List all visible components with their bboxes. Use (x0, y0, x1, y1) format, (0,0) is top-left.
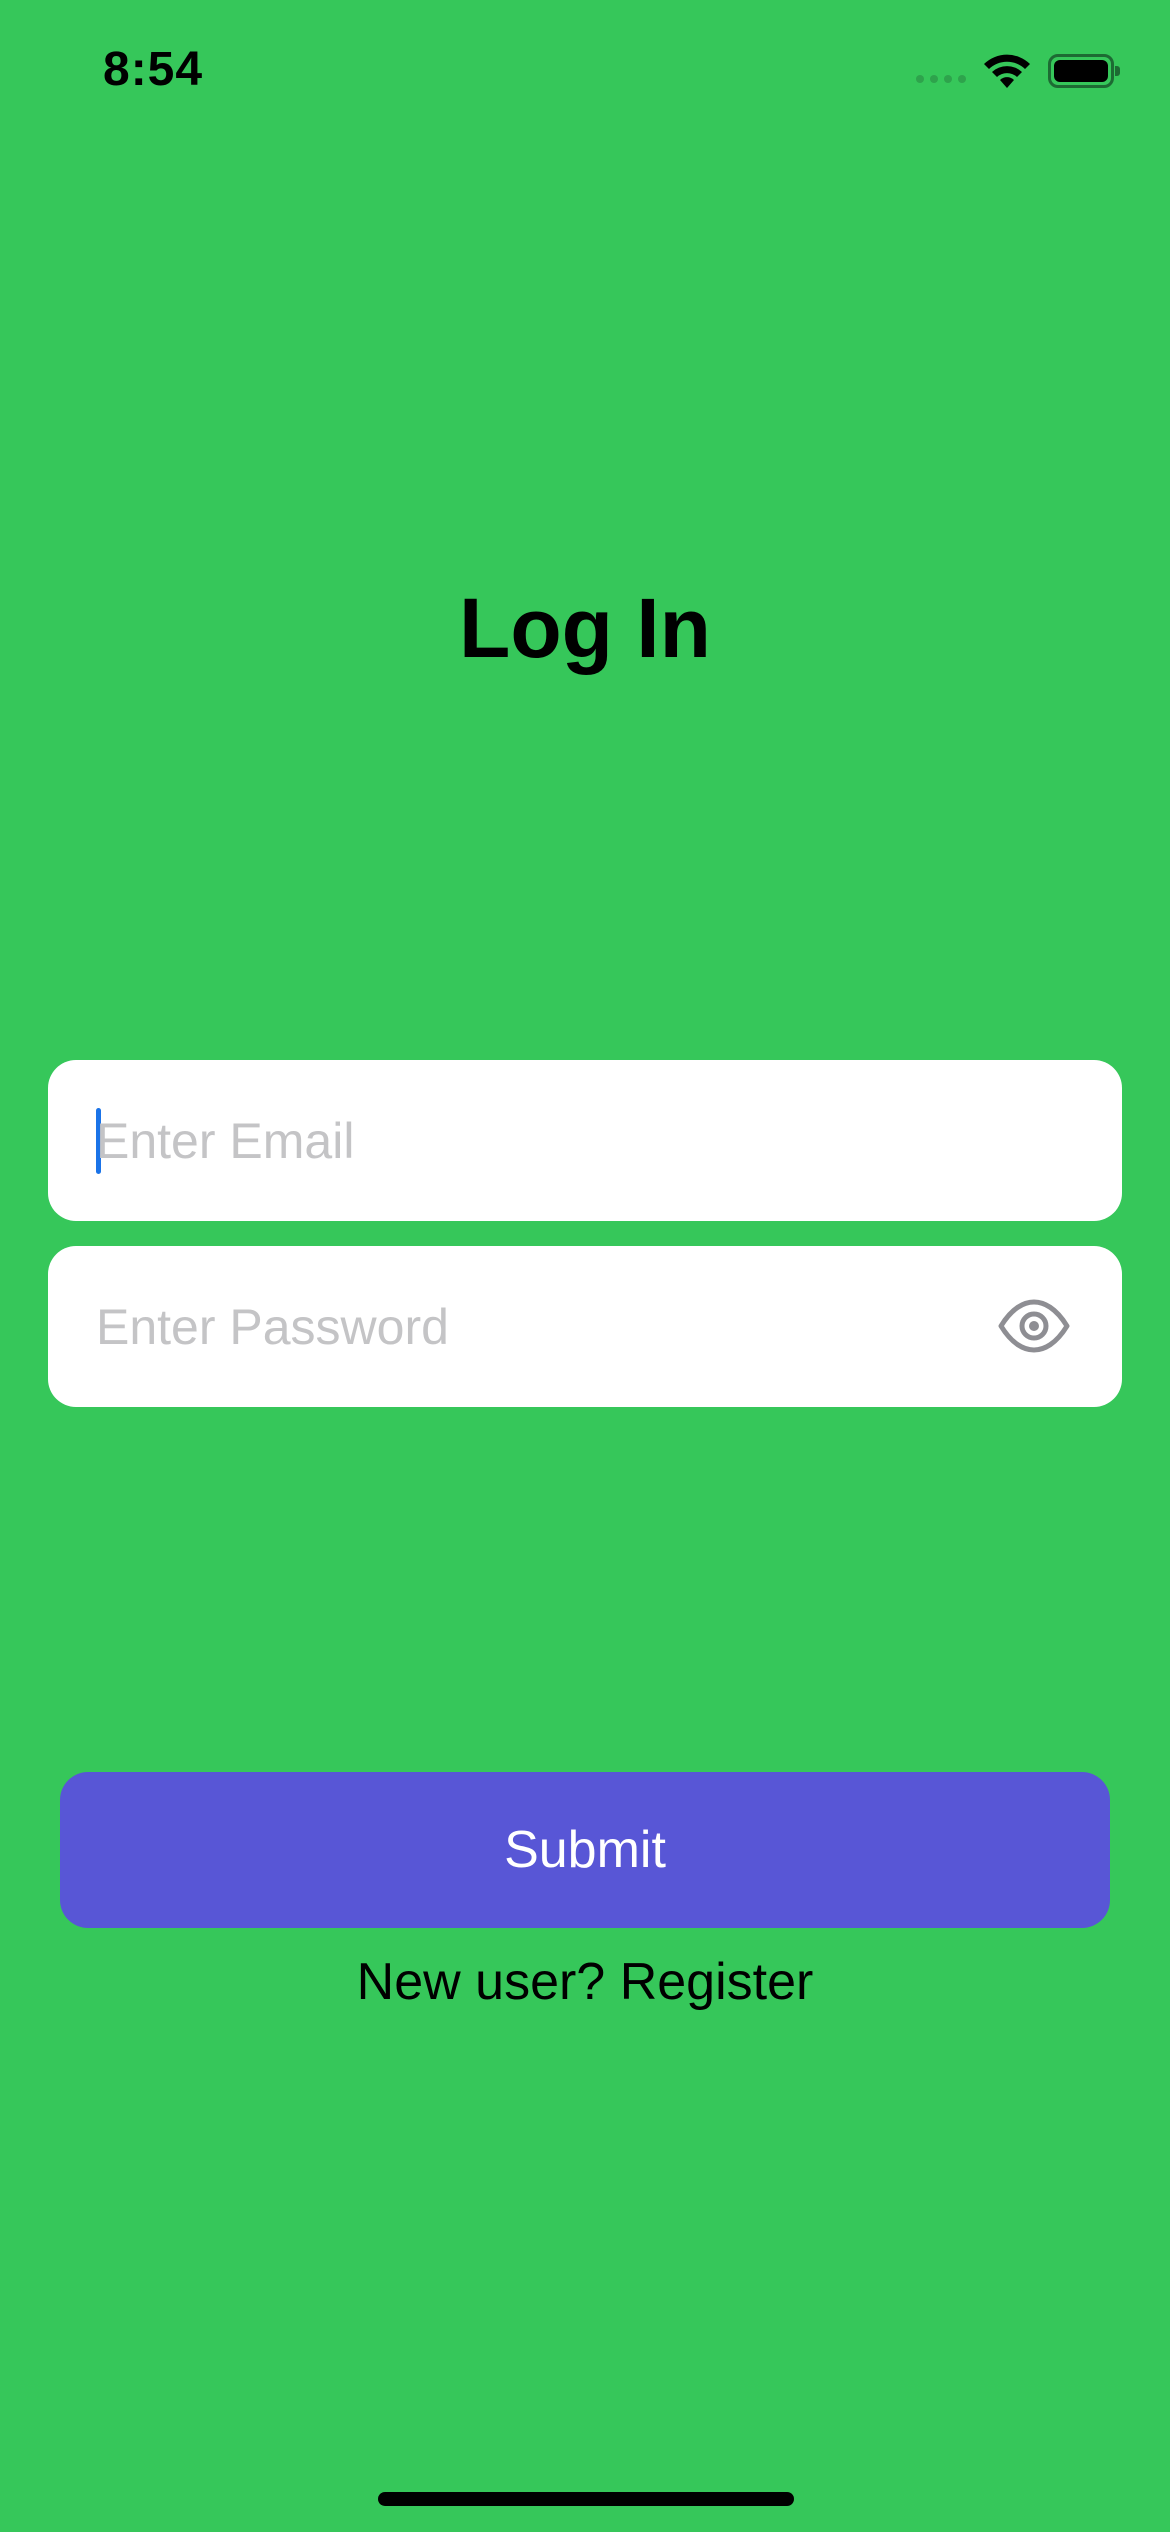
status-time: 8:54 (103, 43, 204, 96)
email-field[interactable] (96, 1060, 976, 1221)
submit-button[interactable]: Submit (60, 1772, 1110, 1928)
status-icons (916, 52, 1120, 90)
password-field-container (48, 1246, 1122, 1407)
wifi-icon (984, 54, 1030, 88)
signal-icon (916, 75, 966, 83)
login-screen: 8:54 Log In Submit New user? Register (0, 0, 1170, 2532)
page-title: Log In (459, 581, 711, 675)
home-indicator[interactable] (378, 2492, 794, 2506)
eye-icon[interactable] (998, 1298, 1070, 1354)
battery-icon (1048, 54, 1120, 88)
register-prompt-row: New user? Register (0, 1952, 1170, 2012)
register-link[interactable]: Register (620, 1953, 814, 2011)
email-field-container (48, 1060, 1122, 1221)
register-prompt: New user? (356, 1953, 606, 2011)
password-field[interactable] (96, 1246, 976, 1407)
